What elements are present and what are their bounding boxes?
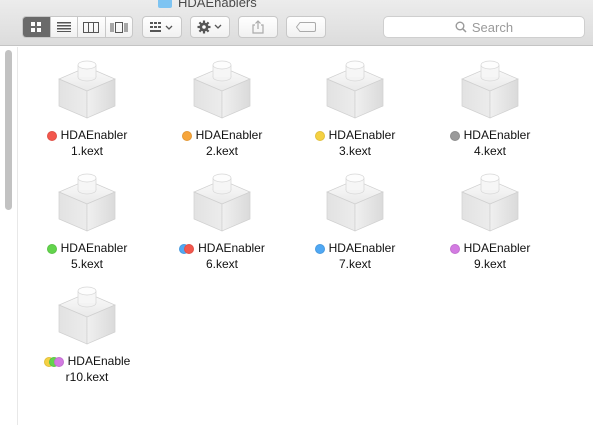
- file-label: HDAEnabler9.kext: [431, 240, 549, 272]
- color-tag-dot: [449, 130, 460, 141]
- color-tag-dot: [46, 130, 57, 141]
- file-item[interactable]: HDAEnabler2.kext: [163, 57, 281, 159]
- file-label: HDAEnabler1.kext: [28, 127, 146, 159]
- color-tag-dot: [181, 130, 192, 141]
- file-label: HDAEnabler7.kext: [296, 240, 414, 272]
- kext-bundle-icon: [461, 60, 519, 119]
- file-label: HDAEnabler10.kext: [28, 353, 146, 385]
- file-item[interactable]: HDAEnabler5.kext: [28, 170, 146, 272]
- list-view-button[interactable]: [51, 17, 78, 37]
- file-name: HDAEnabler7.kext: [328, 241, 396, 271]
- window-title-text: HDAEnablers: [178, 0, 257, 10]
- file-name: HDAEnabler5.kext: [60, 241, 128, 271]
- kext-bundle-icon: [326, 173, 384, 232]
- file-icon-grid: HDAEnabler1.kext HDAEnabler2.kext HDAEna…: [0, 47, 593, 425]
- file-name: HDAEnabler1.kext: [60, 128, 128, 158]
- file-item[interactable]: HDAEnabler4.kext: [431, 57, 549, 159]
- action-button[interactable]: [190, 16, 230, 38]
- share-button[interactable]: [238, 16, 278, 38]
- file-item[interactable]: HDAEnabler10.kext: [28, 283, 146, 385]
- color-tag-dot: [46, 243, 57, 254]
- color-tag-dot: [314, 130, 325, 141]
- search-placeholder: Search: [471, 19, 514, 35]
- kext-bundle-icon: [58, 286, 116, 345]
- file-name: HDAEnabler10.kext: [65, 354, 131, 384]
- kext-bundle-icon: [326, 60, 384, 119]
- arrange-icon: [150, 22, 173, 32]
- gear-icon: [197, 20, 222, 34]
- color-tags: [46, 130, 57, 141]
- color-tag-dot: [314, 243, 325, 254]
- kext-bundle-icon: [461, 173, 519, 232]
- kext-bundle-icon: [58, 173, 116, 232]
- color-tag-dot: [449, 243, 460, 254]
- color-tags: [314, 243, 325, 254]
- cover-flow-view-button[interactable]: [106, 17, 133, 37]
- file-item[interactable]: HDAEnabler9.kext: [431, 170, 549, 272]
- edit-tags-button[interactable]: [286, 16, 326, 38]
- color-tags: [181, 130, 192, 141]
- file-name: HDAEnabler3.kext: [328, 128, 396, 158]
- color-tag-dot: [184, 243, 195, 254]
- arrange-button[interactable]: [142, 16, 182, 38]
- folder-icon: [158, 0, 172, 8]
- kext-bundle-icon: [193, 173, 251, 232]
- tag-icon: [296, 22, 316, 32]
- icon-view-icon: [31, 22, 42, 32]
- column-view-icon: [83, 21, 100, 33]
- icon-view-button[interactable]: [23, 17, 51, 37]
- color-tags: [46, 243, 57, 254]
- finder-toolbar: HDAEnablers Search: [0, 0, 593, 46]
- color-tags: [449, 243, 460, 254]
- file-item[interactable]: HDAEnabler7.kext: [296, 170, 414, 272]
- kext-bundle-icon: [193, 60, 251, 119]
- kext-bundle-icon: [58, 60, 116, 119]
- file-label: HDAEnabler4.kext: [431, 127, 549, 159]
- color-tag-dot: [53, 356, 64, 367]
- search-icon: [455, 21, 467, 33]
- file-item[interactable]: HDAEnabler6.kext: [163, 170, 281, 272]
- file-label: HDAEnabler5.kext: [28, 240, 146, 272]
- view-mode-control: [22, 16, 133, 38]
- column-view-button[interactable]: [78, 17, 106, 37]
- search-field[interactable]: Search: [383, 16, 585, 38]
- window-title: HDAEnablers: [158, 0, 257, 10]
- file-item[interactable]: HDAEnabler3.kext: [296, 57, 414, 159]
- color-tags: [43, 356, 64, 367]
- file-item[interactable]: HDAEnabler1.kext: [28, 57, 146, 159]
- list-view-icon: [56, 22, 71, 32]
- file-label: HDAEnabler6.kext: [163, 240, 281, 272]
- file-label: HDAEnabler2.kext: [163, 127, 281, 159]
- share-icon: [252, 20, 264, 34]
- file-name: HDAEnabler4.kext: [463, 128, 531, 158]
- color-tags: [314, 130, 325, 141]
- color-tags: [179, 243, 195, 254]
- cover-flow-icon: [110, 21, 128, 33]
- color-tags: [449, 130, 460, 141]
- file-name: HDAEnabler2.kext: [195, 128, 263, 158]
- file-name: HDAEnabler6.kext: [198, 241, 265, 271]
- file-name: HDAEnabler9.kext: [463, 241, 531, 271]
- file-label: HDAEnabler3.kext: [296, 127, 414, 159]
